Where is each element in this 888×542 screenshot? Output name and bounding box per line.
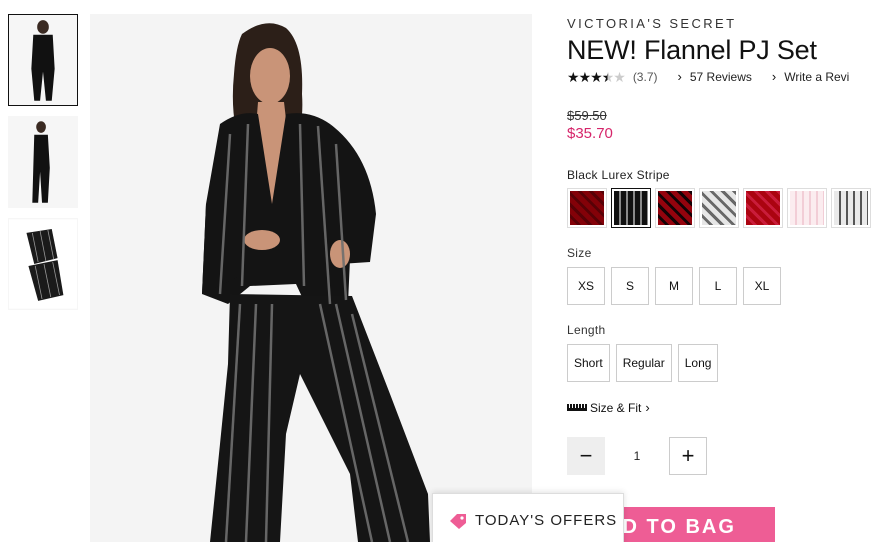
sale-price: $35.70 (567, 125, 613, 142)
swatch-pattern (614, 191, 648, 225)
color-swatch-red-white-plaid[interactable] (743, 188, 783, 228)
quantity-stepper: − 1 + (567, 437, 888, 475)
model-photo (90, 14, 532, 542)
length-option-short[interactable]: Short (567, 344, 610, 382)
selected-color-label: Black Lurex Stripe (567, 168, 670, 182)
color-swatch-red-black-plaid[interactable] (655, 188, 695, 228)
product-details-panel: VICTORIA'S SECRET NEW! Flannel PJ Set ★ … (567, 14, 888, 475)
rating-row: ★ ★ ★ ★ ★ (3.7) › 57 Reviews › Write a R… (567, 69, 888, 84)
swatch-pattern (658, 191, 692, 225)
chevron-right-icon: › (677, 69, 682, 84)
swatch-pattern (570, 191, 604, 225)
star-icon: ★ (578, 68, 592, 85)
swatch-pattern (746, 191, 780, 225)
length-options: Short Regular Long (567, 344, 888, 382)
swatch-pattern (790, 191, 824, 225)
size-options: XS S M L XL (567, 267, 888, 305)
todays-offers-label: TODAY'S OFFERS (475, 512, 618, 529)
color-swatch-red-plaid[interactable] (567, 188, 607, 228)
thumbnail-front-image (9, 15, 77, 105)
star-half-icon: ★ (601, 68, 615, 85)
thumbnail-flat[interactable] (8, 218, 78, 310)
chevron-right-icon: › (645, 400, 650, 415)
thumbnail-list (8, 14, 78, 320)
ruler-icon (567, 404, 587, 411)
color-swatch-grey-stripe[interactable] (831, 188, 871, 228)
size-fit-link[interactable]: Size & Fit › (567, 400, 888, 415)
original-price: $59.50 (567, 108, 607, 123)
size-option-l[interactable]: L (699, 267, 737, 305)
quantity-decrease-button[interactable]: − (567, 437, 605, 475)
quantity-increase-button[interactable]: + (669, 437, 707, 475)
todays-offers-tab[interactable]: TODAY'S OFFERS (432, 493, 624, 542)
rating-value: (3.7) (632, 69, 658, 84)
thumbnail-front[interactable] (8, 14, 78, 106)
chevron-right-icon: › (771, 69, 777, 84)
length-option-long[interactable]: Long (677, 344, 719, 382)
size-option-xs[interactable]: XS (567, 267, 605, 305)
color-swatch-black-lurex-stripe[interactable] (611, 188, 651, 228)
size-fit-label: Size & Fit (590, 400, 642, 415)
quantity-value: 1 (633, 449, 641, 463)
reviews-link[interactable]: 57 Reviews (690, 70, 752, 84)
star-empty-icon: ★ (613, 68, 626, 85)
length-option-regular[interactable]: Regular (615, 344, 672, 382)
main-product-image[interactable] (90, 14, 532, 542)
star-icon: ★ (590, 68, 603, 85)
size-option-xl[interactable]: XL (743, 267, 781, 305)
write-review-link[interactable]: Write a Revi (784, 70, 849, 84)
star-rating[interactable]: ★ ★ ★ ★ ★ (567, 68, 626, 85)
size-option-m[interactable]: M (655, 267, 693, 305)
size-option-s[interactable]: S (611, 267, 649, 305)
thumbnail-side-image (9, 117, 77, 207)
color-swatches (567, 188, 888, 228)
product-title: NEW! Flannel PJ Set (567, 35, 817, 65)
size-label: Size (567, 246, 592, 260)
color-swatch-grey-white-plaid[interactable] (699, 188, 739, 228)
color-swatch-pink-stripe[interactable] (787, 188, 827, 228)
thumbnail-side[interactable] (8, 116, 78, 208)
brand-name: VICTORIA'S SECRET (567, 16, 737, 31)
thumbnail-flat-image (9, 219, 77, 309)
length-label: Length (567, 323, 606, 337)
swatch-pattern (702, 191, 736, 225)
swatch-pattern (834, 191, 868, 225)
tag-icon (450, 514, 466, 529)
star-icon: ★ (567, 68, 580, 85)
